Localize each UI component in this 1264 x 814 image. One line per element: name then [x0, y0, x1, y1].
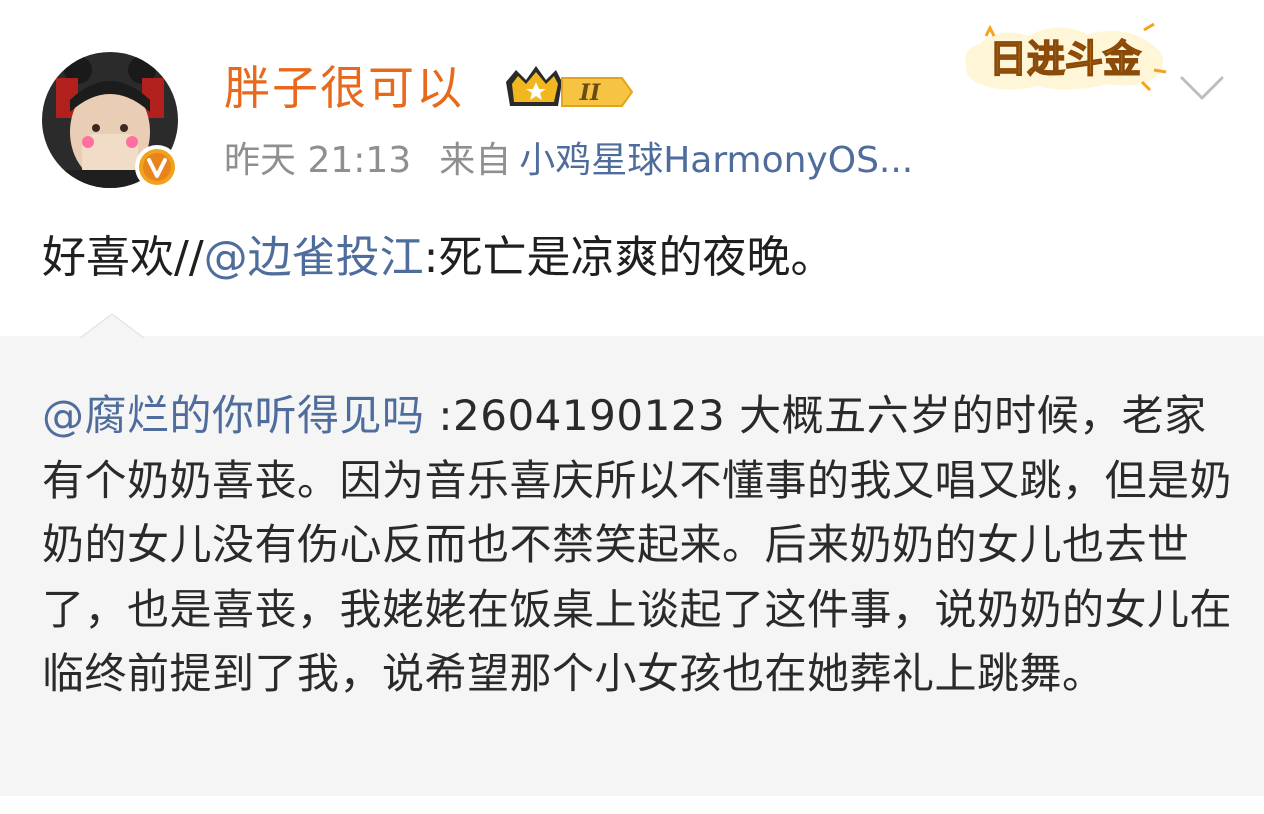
sticker-text: 日进斗金 — [989, 37, 1142, 81]
bottom-divider — [0, 796, 1264, 814]
post-text-after: :死亡是凉爽的夜晚。 — [423, 232, 835, 283]
chevron-down-icon[interactable] — [1176, 68, 1228, 108]
retweet-caret — [80, 314, 144, 338]
verified-badge-icon — [135, 145, 179, 189]
retweet-text: @腐烂的你听得见吗 :2604190123 大概五六岁的时候，老家有个奶奶喜丧。… — [42, 384, 1232, 707]
weibo-post: 胖子很可以 II 昨天 21:13 来自 小鸡星球HarmonyOS... 日进斗金… — [0, 0, 1264, 336]
post-text: 好喜欢//@边雀投江:死亡是凉爽的夜晚。 — [42, 228, 834, 288]
sticker-icon: 日进斗金 — [965, 22, 1167, 92]
post-time: 昨天 21:13 — [224, 140, 412, 181]
username[interactable]: 胖子很可以 — [224, 58, 464, 118]
post-meta: 昨天 21:13 来自 小鸡星球HarmonyOS... — [224, 136, 913, 186]
source-link[interactable]: 小鸡星球HarmonyOS... — [519, 140, 913, 181]
retweet-author-link[interactable]: @腐烂的你听得见吗 — [42, 391, 425, 440]
source-prefix: 来自 — [439, 140, 512, 181]
post-mention-link[interactable]: @边雀投江 — [204, 232, 424, 283]
member-level-text: II — [579, 80, 601, 106]
post-text-before: 好喜欢// — [42, 232, 204, 283]
member-crown-icon[interactable]: II — [498, 60, 636, 116]
